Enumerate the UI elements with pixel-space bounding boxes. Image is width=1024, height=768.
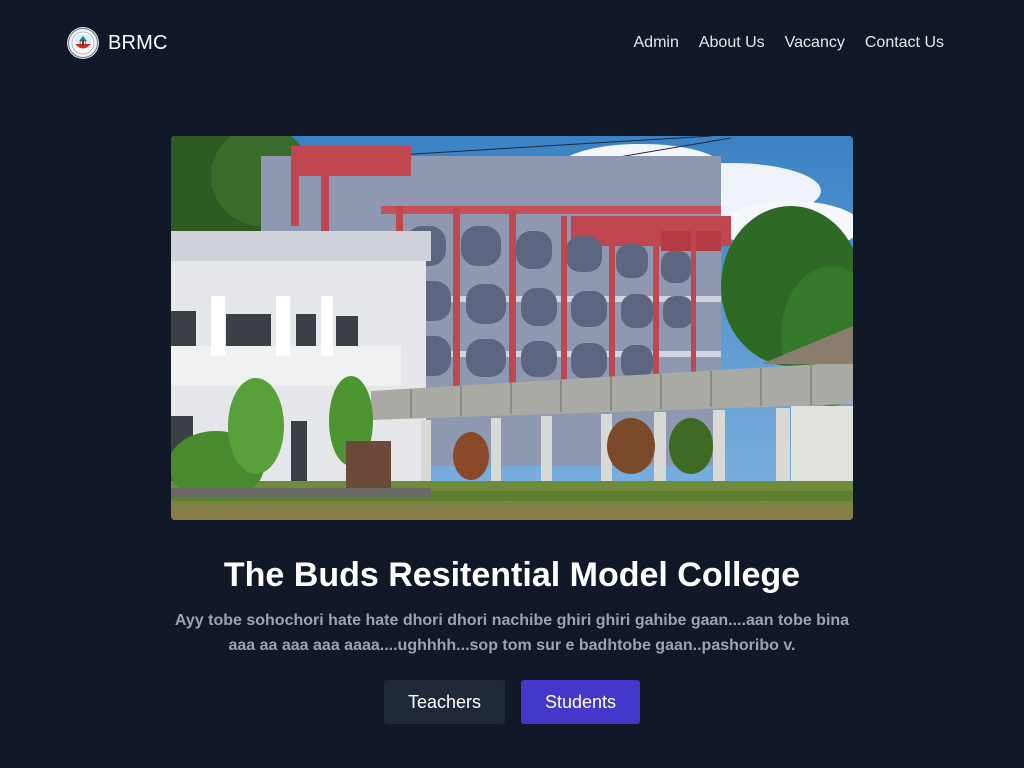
college-building-image <box>171 136 853 520</box>
brand-link[interactable]: BRMC <box>67 27 168 59</box>
page: BRMC Admin About Us Vacancy Contact Us T… <box>0 0 1024 768</box>
nav-about-us[interactable]: About Us <box>699 33 765 53</box>
main-nav: Admin About Us Vacancy Contact Us <box>634 33 945 53</box>
brand-name: BRMC <box>108 32 168 54</box>
nav-contact-us[interactable]: Contact Us <box>865 33 944 53</box>
teachers-button[interactable]: Teachers <box>384 680 505 724</box>
nav-admin[interactable]: Admin <box>634 33 679 53</box>
action-buttons: Teachers Students <box>0 680 1024 724</box>
description-text: Ayy tobe sohochori hate hate dhori dhori… <box>174 612 850 654</box>
college-seal-logo-icon <box>67 27 99 59</box>
students-button[interactable]: Students <box>521 680 640 724</box>
page-title: The Buds Resitential Model College <box>223 556 801 594</box>
nav-vacancy[interactable]: Vacancy <box>785 33 845 53</box>
